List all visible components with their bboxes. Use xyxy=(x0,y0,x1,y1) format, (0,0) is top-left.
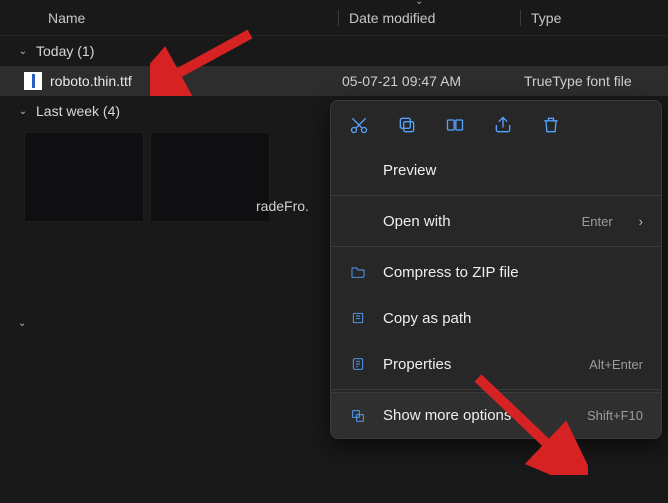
cut-icon[interactable] xyxy=(349,115,369,135)
menu-shortcut: Enter xyxy=(582,214,613,229)
menu-separator xyxy=(331,389,661,390)
chevron-right-icon: › xyxy=(639,214,643,229)
thumbnail[interactable] xyxy=(150,132,270,222)
file-date: 05-07-21 09:47 AM xyxy=(342,73,524,89)
menu-shortcut: Alt+Enter xyxy=(589,357,643,372)
menu-item-properties[interactable]: Properties Alt+Enter xyxy=(331,341,661,387)
column-header-date[interactable]: Date modified xyxy=(338,10,520,26)
menu-item-open-with[interactable]: Open with Enter › xyxy=(331,198,661,244)
context-quick-actions xyxy=(331,109,661,147)
menu-item-show-more[interactable]: Show more options Shift+F10 xyxy=(331,392,661,438)
font-file-icon xyxy=(24,72,42,90)
sort-caret-icon: ⌄ xyxy=(415,0,423,7)
column-header-name[interactable]: Name xyxy=(48,10,338,26)
thumbnail[interactable] xyxy=(24,132,144,222)
menu-item-preview[interactable]: Preview xyxy=(331,147,661,193)
copy-path-icon xyxy=(349,309,367,327)
group-today[interactable]: ⌄ Today (1) xyxy=(0,36,668,66)
group-lastweek-label: Last week (4) xyxy=(36,103,120,119)
copy-icon[interactable] xyxy=(397,115,417,135)
menu-item-copy-path[interactable]: Copy as path xyxy=(331,295,661,341)
menu-label: Compress to ZIP file xyxy=(383,264,643,281)
rename-icon[interactable] xyxy=(445,115,465,135)
column-header-type[interactable]: Type xyxy=(520,10,668,26)
zip-icon xyxy=(349,263,367,281)
properties-icon xyxy=(349,355,367,373)
menu-label: Preview xyxy=(383,162,643,179)
menu-shortcut: Shift+F10 xyxy=(587,408,643,423)
thumbnail-label-partial: radeFro. xyxy=(256,198,309,214)
delete-icon[interactable] xyxy=(541,115,561,135)
menu-separator xyxy=(331,246,661,247)
menu-label: Show more options xyxy=(383,407,571,424)
file-type: TrueType font file xyxy=(524,73,632,89)
chevron-down-icon[interactable]: ⌄ xyxy=(18,318,26,329)
column-headers: Name Date modified Type ⌄ xyxy=(0,0,668,36)
share-icon[interactable] xyxy=(493,115,513,135)
file-row-selected[interactable]: roboto.thin.ttf 05-07-21 09:47 AM TrueTy… xyxy=(0,66,668,96)
chevron-down-icon: ⌄ xyxy=(18,106,28,117)
menu-separator xyxy=(331,195,661,196)
chevron-down-icon: ⌄ xyxy=(18,46,28,57)
menu-label: Copy as path xyxy=(383,310,643,327)
menu-label: Properties xyxy=(383,356,573,373)
group-today-label: Today (1) xyxy=(36,43,94,59)
menu-label: Open with xyxy=(383,213,566,230)
file-name: roboto.thin.ttf xyxy=(50,73,342,89)
context-menu: Preview Open with Enter › Compress to ZI… xyxy=(330,100,662,439)
show-more-icon xyxy=(349,407,367,425)
menu-item-compress[interactable]: Compress to ZIP file xyxy=(331,249,661,295)
